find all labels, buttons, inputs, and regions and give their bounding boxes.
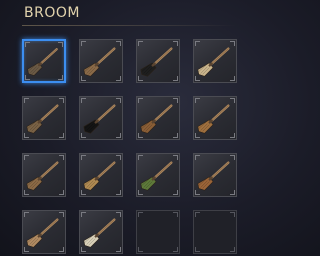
inventory-slot[interactable] bbox=[79, 96, 123, 140]
slot-corner-ornament bbox=[138, 247, 143, 252]
inventory-slot[interactable] bbox=[193, 96, 237, 140]
inventory-slot[interactable] bbox=[22, 153, 66, 197]
page-title: BROOM bbox=[24, 5, 80, 21]
inventory-slot[interactable] bbox=[79, 210, 123, 254]
inventory-slot[interactable] bbox=[136, 39, 180, 83]
slot-corner-ornament bbox=[195, 212, 200, 217]
inventory-slot[interactable] bbox=[79, 153, 123, 197]
inventory-slot[interactable] bbox=[22, 96, 66, 140]
broom-icon bbox=[26, 161, 59, 191]
broom-icon bbox=[140, 161, 173, 191]
slot-corner-ornament bbox=[230, 212, 235, 217]
broom-icon bbox=[83, 161, 116, 191]
inventory-slot-empty[interactable] bbox=[193, 210, 237, 254]
inventory-slot[interactable] bbox=[22, 210, 66, 254]
inventory-slot-empty[interactable] bbox=[136, 210, 180, 254]
broom-icon bbox=[26, 218, 59, 248]
broom-icon bbox=[197, 47, 230, 77]
slot-corner-ornament bbox=[138, 212, 143, 217]
broom-icon bbox=[140, 104, 173, 134]
broom-icon bbox=[27, 48, 58, 76]
slot-corner-ornament bbox=[230, 247, 235, 252]
slot-corner-ornament bbox=[173, 212, 178, 217]
broom-icon bbox=[197, 161, 230, 191]
broom-icon bbox=[140, 47, 173, 77]
broom-icon bbox=[83, 218, 116, 248]
inventory-slot[interactable] bbox=[136, 96, 180, 140]
inventory-slot[interactable] bbox=[79, 39, 123, 83]
title-divider bbox=[22, 25, 236, 26]
inventory-slot[interactable] bbox=[193, 153, 237, 197]
broom-icon bbox=[26, 104, 59, 134]
broom-icon bbox=[83, 104, 116, 134]
slot-corner-ornament bbox=[195, 247, 200, 252]
broom-icon bbox=[83, 47, 116, 77]
inventory-slot[interactable] bbox=[136, 153, 180, 197]
broom-icon bbox=[197, 104, 230, 134]
inventory-slot[interactable] bbox=[193, 39, 237, 83]
inventory-slot[interactable] bbox=[22, 39, 66, 83]
slot-corner-ornament bbox=[173, 247, 178, 252]
